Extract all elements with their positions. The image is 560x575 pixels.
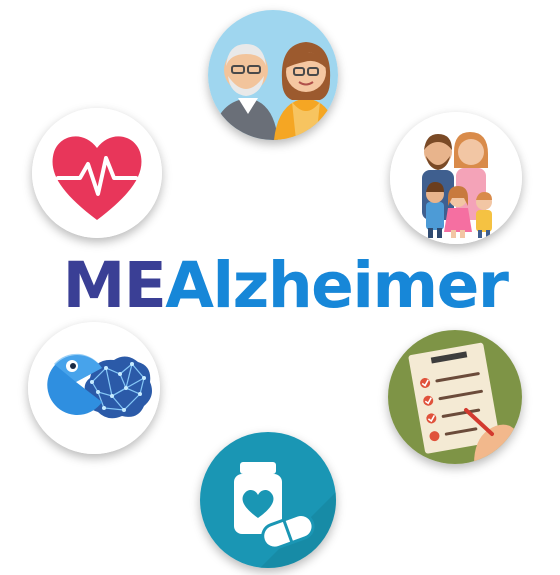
brain-game-icon xyxy=(28,322,160,454)
elderly-couple-button[interactable] xyxy=(208,10,338,140)
checklist-icon xyxy=(388,330,522,464)
checklist-button[interactable] xyxy=(388,330,522,464)
medication-icon xyxy=(200,432,336,568)
family-icon xyxy=(390,112,522,244)
medication-button[interactable] xyxy=(200,432,336,568)
app-logo-title: MEAlzheimer xyxy=(30,246,540,326)
logo-part-me: ME xyxy=(62,249,167,322)
elderly-couple-icon xyxy=(208,10,338,140)
family-button[interactable] xyxy=(390,112,522,244)
heart-rate-icon xyxy=(32,108,162,238)
heart-rate-button[interactable] xyxy=(32,108,162,238)
brain-game-button[interactable] xyxy=(28,322,160,454)
logo-part-alzheimer: Alzheimer xyxy=(165,249,509,322)
